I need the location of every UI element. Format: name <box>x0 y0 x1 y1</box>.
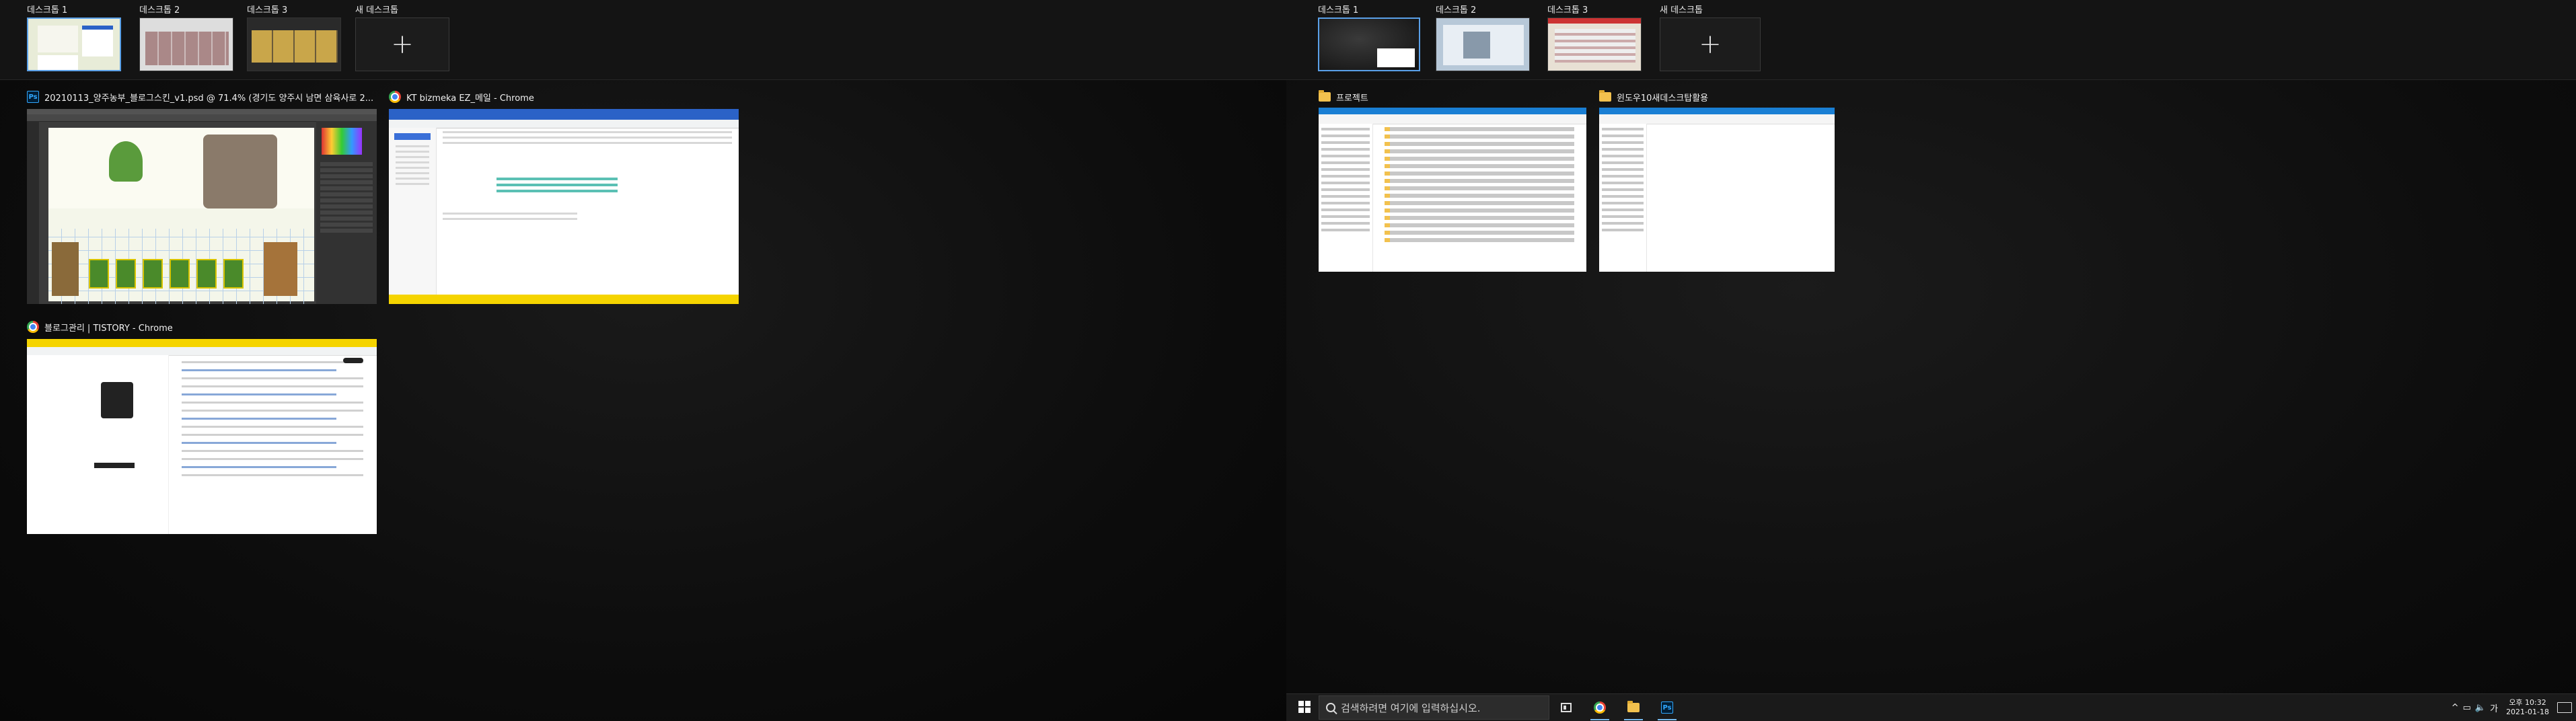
desktop-thumbnail[interactable] <box>1318 17 1420 71</box>
new-desktop-button[interactable]: + <box>355 17 449 71</box>
plus-icon: + <box>391 29 414 60</box>
window-title-bar: 프로젝트 <box>1319 89 1368 105</box>
window-title-bar: Ps 20210113_양주농부_블로그스킨_v1.psd @ 71.4% (경… <box>27 89 373 105</box>
photoshop-icon: Ps <box>1661 701 1673 714</box>
chrome-icon <box>1594 701 1606 714</box>
windows-start-icon[interactable] <box>1298 701 1311 713</box>
plant-logo-image <box>109 141 143 182</box>
desktop-thumbnail[interactable] <box>27 17 121 71</box>
plus-icon: + <box>1699 29 1722 60</box>
mail-content <box>436 128 739 295</box>
window-title: KT bizmeka EZ_메일 - Chrome <box>406 93 534 104</box>
category-tile <box>223 259 244 289</box>
window-title: 프로젝트 <box>1336 93 1368 104</box>
desktop-label: 데스크톱 2 <box>1436 5 1477 15</box>
desktop-thumbnail[interactable] <box>1547 17 1642 71</box>
new-desktop-label: 새 데스크톱 <box>1660 5 1703 15</box>
window-title: 20210113_양주농부_블로그스킨_v1.psd @ 71.4% (경기도 … <box>44 93 374 104</box>
ribbon <box>1319 108 1586 114</box>
desktop-label: 데스크톱 1 <box>1318 5 1359 15</box>
category-tile <box>196 259 217 289</box>
tab-bar <box>389 109 739 120</box>
search-placeholder: 검색하려면 여기에 입력하십시오. <box>1341 701 1481 714</box>
house-illustration <box>264 242 297 296</box>
window-photoshop[interactable]: Ps 20210113_양주농부_블로그스킨_v1.psd @ 71.4% (경… <box>27 89 377 304</box>
tools-panel <box>27 121 39 304</box>
window-thumbnail[interactable] <box>1319 108 1586 272</box>
taskbar: 검색하려면 여기에 입력하십시오. Ps ^ ▭ 🔈 가 오후 10:32 20… <box>1286 693 2576 721</box>
new-desktop-label: 새 데스크톱 <box>355 5 398 15</box>
virtual-desktop-strip: 데스크톱 1 데스크톱 2 데스크톱 3 새 데스크톱 + <box>0 0 1286 80</box>
window-chrome-bizmeka[interactable]: KT bizmeka EZ_메일 - Chrome <box>389 89 739 304</box>
tab-bar <box>27 339 377 347</box>
category-tile <box>89 259 109 289</box>
category-tile <box>143 259 163 289</box>
window-thumbnail[interactable] <box>1599 108 1835 272</box>
farmer-photo <box>203 135 277 208</box>
window-thumbnail[interactable] <box>389 109 739 304</box>
task-view-icon[interactable] <box>1553 697 1580 718</box>
menu-bar <box>27 109 377 114</box>
desktop-thumbnail[interactable] <box>1436 17 1530 71</box>
chrome-icon <box>389 91 401 103</box>
photoshop-taskbar-button[interactable]: Ps <box>1654 697 1681 720</box>
document-canvas <box>48 128 314 304</box>
category-tile <box>116 259 136 289</box>
left-monitor-task-view: 데스크톱 1 데스크톱 2 데스크톱 3 새 데스크톱 + Ps 2021011… <box>0 0 1286 720</box>
window-title: 윈도우10새데스크탑활용 <box>1617 93 1709 104</box>
folder-icon <box>1599 90 1611 102</box>
search-icon <box>1326 703 1335 712</box>
speaker-icon[interactable]: 🔈 <box>2475 703 2486 713</box>
clock-time: 오후 10:32 <box>2509 698 2546 707</box>
post-list <box>27 355 377 482</box>
desktop-label: 데스크톱 1 <box>27 5 68 15</box>
address-bar <box>1319 114 1586 124</box>
window-explorer-windows10[interactable]: 윈도우10새데스크탑활용 <box>1599 89 1835 272</box>
new-desktop-button[interactable]: + <box>1660 17 1761 71</box>
window-explorer-project[interactable]: 프로젝트 <box>1319 89 1586 272</box>
status-strip <box>389 295 739 304</box>
window-thumbnail[interactable] <box>27 339 377 534</box>
system-tray: ^ ▭ 🔈 가 오후 10:32 2021-01-18 <box>2452 694 2576 721</box>
clock[interactable]: 오후 10:32 2021-01-18 <box>2506 698 2549 717</box>
file-explorer-taskbar-button[interactable] <box>1620 697 1647 720</box>
ime-indicator[interactable]: 가 <box>2490 701 2498 714</box>
ribbon <box>1599 108 1835 114</box>
window-title-bar: 블로그관리 | TISTORY - Chrome <box>27 319 173 335</box>
window-title-bar: 윈도우10새데스크탑활용 <box>1599 89 1708 105</box>
navigation-pane <box>1599 124 1647 272</box>
chrome-taskbar-button[interactable] <box>1586 697 1613 720</box>
clock-date: 2021-01-18 <box>2506 708 2549 716</box>
virtual-desktop-strip: 데스크톱 1 데스크톱 2 데스크톱 3 새 데스크톱 + <box>1286 0 2576 80</box>
category-tile <box>170 259 190 289</box>
desktop-label: 데스크톱 3 <box>247 5 288 15</box>
search-input[interactable]: 검색하려면 여기에 입력하십시오. <box>1319 695 1549 720</box>
desktop-thumbnail[interactable] <box>247 17 341 71</box>
desktop-label: 데스크톱 3 <box>1547 5 1588 15</box>
layers-panel <box>316 121 377 304</box>
publish-button <box>343 358 363 363</box>
window-title: 블로그관리 | TISTORY - Chrome <box>44 323 173 334</box>
desktop-label: 데스크톱 2 <box>139 5 180 15</box>
mail-sidebar <box>389 128 437 295</box>
desktop-thumbnail[interactable] <box>139 17 233 71</box>
file-explorer-icon <box>1627 701 1640 712</box>
file-list <box>1379 124 1580 245</box>
house-illustration <box>52 242 79 296</box>
folder-icon <box>1319 90 1331 102</box>
show-hidden-icons-chevron[interactable]: ^ <box>2452 703 2459 713</box>
window-thumbnail[interactable] <box>27 109 377 304</box>
window-title-bar: KT bizmeka EZ_메일 - Chrome <box>389 89 534 105</box>
window-chrome-tistory[interactable]: 블로그관리 | TISTORY - Chrome <box>27 319 377 534</box>
chrome-icon <box>27 321 39 333</box>
photoshop-icon: Ps <box>27 91 39 103</box>
network-icon[interactable]: ▭ <box>2463 703 2471 713</box>
right-monitor-task-view: 데스크톱 1 데스크톱 2 데스크톱 3 새 데스크톱 + 프로젝트 윈도우10… <box>1286 0 2576 720</box>
navigation-pane <box>1319 124 1373 272</box>
address-bar <box>1599 114 1835 124</box>
color-swatch <box>322 128 362 155</box>
notification-center-icon[interactable] <box>2557 702 2572 713</box>
